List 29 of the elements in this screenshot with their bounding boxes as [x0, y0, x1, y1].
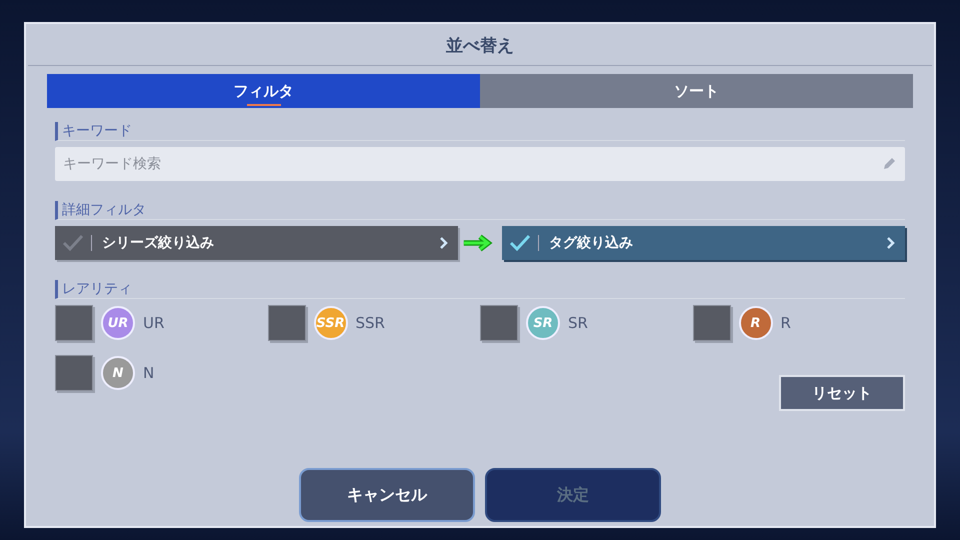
checkbox[interactable]: [268, 305, 306, 341]
pencil-icon: [881, 156, 897, 172]
rarity-badge: UR: [101, 306, 135, 340]
section-heading: キーワード: [55, 122, 905, 141]
chevron-right-icon: [440, 237, 448, 249]
section-heading: 詳細フィルタ: [55, 201, 905, 220]
filter-option-button[interactable]: タグ絞り込み: [502, 226, 905, 260]
rarity-badge: SR: [526, 306, 560, 340]
checkbox[interactable]: [692, 305, 730, 341]
rarity-badge: SSR: [314, 306, 348, 340]
dialog-title: 並べ替え: [28, 24, 932, 66]
checkbox[interactable]: [55, 305, 93, 341]
chevron-right-icon: [887, 237, 895, 249]
rarity-label: SSR: [356, 314, 385, 332]
rarity-badge: N: [101, 356, 135, 390]
rarity-label: N: [143, 364, 154, 382]
rarity-badge: R: [738, 306, 772, 340]
dialog-button[interactable]: キャンセル: [299, 468, 475, 522]
checkbox[interactable]: [480, 305, 518, 341]
rarity-label: R: [780, 314, 791, 332]
search-field[interactable]: キーワード検索: [55, 147, 905, 181]
checkbox[interactable]: [55, 355, 93, 391]
section-heading: レアリティ: [55, 280, 905, 299]
reset-button[interactable]: リセット: [779, 375, 905, 411]
tab[interactable]: フィルタ: [47, 74, 480, 108]
rarity-label: UR: [143, 314, 164, 332]
tab[interactable]: ソート: [480, 74, 913, 108]
filter-option-button[interactable]: シリーズ絞り込み: [55, 226, 458, 260]
rarity-label: SR: [568, 314, 588, 332]
